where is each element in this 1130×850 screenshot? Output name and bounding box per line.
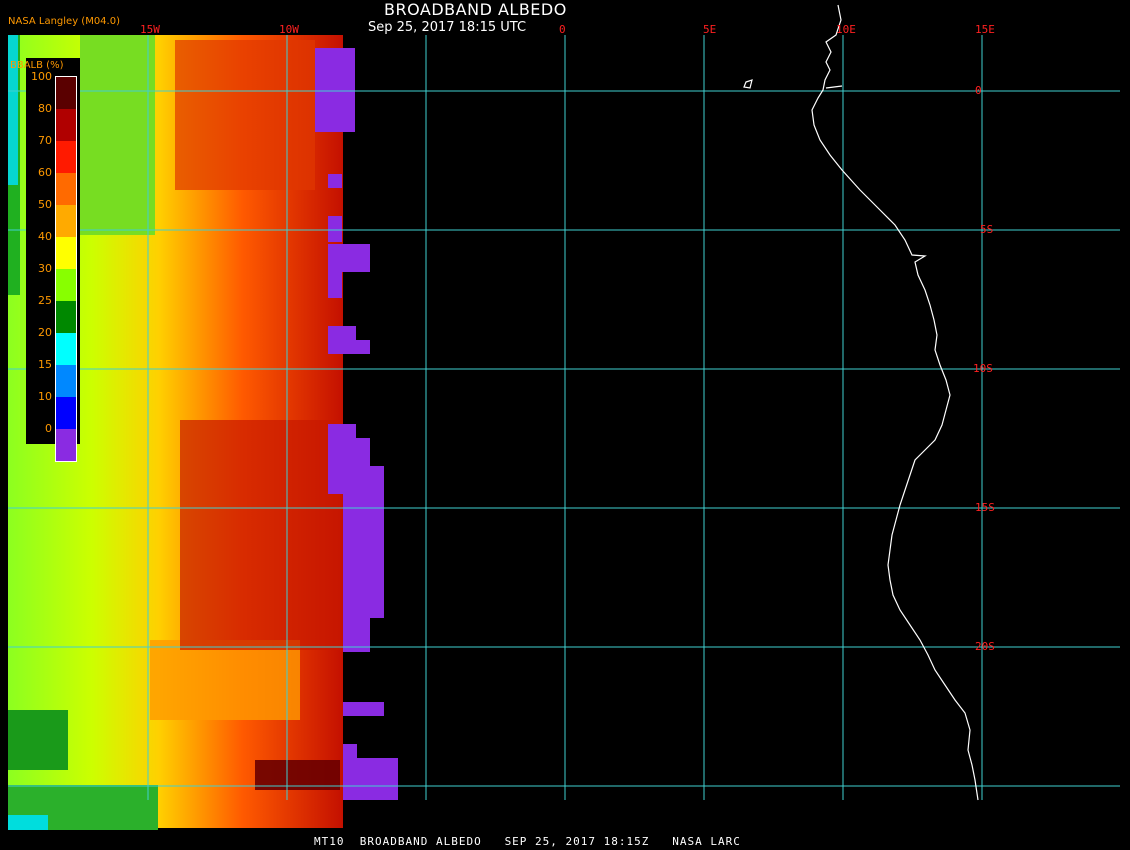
map-title: BROADBAND ALBEDO [384, 0, 567, 19]
lat-label-20s: 20S [975, 640, 995, 653]
legend-swatch [56, 77, 76, 109]
legend-tick-label: 70 [38, 134, 52, 147]
lon-label-10e: 10E [836, 23, 856, 36]
legend-tick-label: 20 [38, 326, 52, 339]
legend-swatch [56, 237, 76, 269]
lat-label-15s: 15S [975, 501, 995, 514]
coastline [743, 4, 979, 801]
legend-swatch [56, 205, 76, 237]
legend-tick-label: 100 [31, 70, 52, 83]
credit-label: NASA Langley (M04.0) [8, 16, 120, 27]
lon-label-10w: 10W [279, 23, 299, 36]
legend-swatch [56, 109, 76, 141]
legend-tick-label: 60 [38, 166, 52, 179]
legend-swatch [56, 173, 76, 205]
legend-tick-label: 10 [38, 390, 52, 403]
legend-tick-label: 30 [38, 262, 52, 275]
legend-swatch [56, 429, 76, 461]
legend-tick-label: 15 [38, 358, 52, 371]
map-timestamp: Sep 25, 2017 18:15 UTC [368, 20, 527, 35]
legend-swatch [56, 365, 76, 397]
legend-swatch [56, 333, 76, 365]
lat-label-5s: 5S [980, 223, 994, 236]
legend-color-bar [55, 76, 77, 462]
albedo-map [8, 4, 1120, 830]
legend-tick-label: 0 [45, 422, 52, 435]
lat-label-10s: 10S [973, 362, 993, 375]
footer-caption: MT10 BROADBAND ALBEDO SEP 25, 2017 18:15… [314, 835, 741, 848]
lon-label-15e: 15E [975, 23, 995, 36]
legend-tick-label: 80 [38, 102, 52, 115]
lon-label-0: 0 [559, 23, 566, 36]
legend-swatch [56, 269, 76, 301]
legend-tick-label: 40 [38, 230, 52, 243]
lon-label-5e: 5E [703, 23, 717, 36]
legend-swatch [56, 141, 76, 173]
lat-label-0: 0 [975, 84, 982, 97]
legend-tick-label: 50 [38, 198, 52, 211]
legend-tick-label: 25 [38, 294, 52, 307]
legend-swatch [56, 301, 76, 333]
legend-swatch [56, 397, 76, 429]
lon-label-15w: 15W [140, 23, 160, 36]
